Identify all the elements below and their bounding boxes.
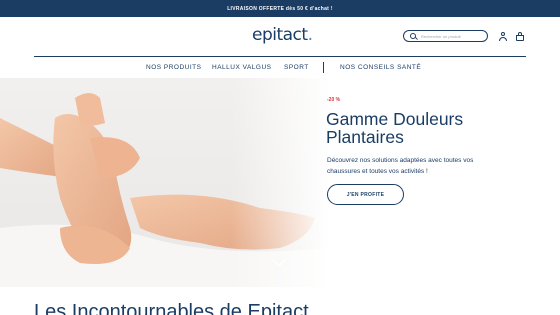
search-box[interactable] [403,30,488,42]
main-nav: NOS PRODUITS HALLUX VALGUS SPORT NOS CON… [0,60,560,78]
hero-banner: -20 % Gamme Douleurs Plantaires Découvre… [0,78,560,287]
account-icon[interactable] [499,32,507,41]
logo-dot: . [307,25,313,45]
cart-icon-bag [516,35,524,41]
account-icon-head [501,32,505,36]
logo-text: epitact [252,25,308,45]
chevron-down-icon[interactable] [272,258,286,268]
nav-separator [323,62,324,73]
section-title: Les Incontournables de Epitact [34,301,309,315]
hero-image-fade [0,78,330,287]
discount-badge: -20 % [327,97,341,103]
cart-icon[interactable] [516,32,524,41]
site-header: epitact. [0,17,560,58]
nav-item-nos-conseils-sante[interactable]: NOS CONSEILS SANTÉ [340,64,421,71]
account-icon-body [499,37,507,41]
nav-item-nos-produits[interactable]: NOS PRODUITS [146,64,201,71]
search-icon[interactable] [410,33,416,39]
epitact-logo[interactable]: epitact. [252,25,313,45]
header-divider [34,56,526,57]
search-input[interactable] [421,33,481,39]
promo-banner: LIVRAISON OFFERTE dès 50 € d'achat ! [0,0,560,17]
nav-item-hallux-valgus[interactable]: HALLUX VALGUS [212,64,271,71]
promo-banner-text: LIVRAISON OFFERTE dès 50 € d'achat ! [227,5,333,12]
hero-title: Gamme Douleurs Plantaires [326,109,464,147]
shop-now-button[interactable]: J'EN PROFITE [327,184,404,205]
nav-item-sport[interactable]: SPORT [284,64,309,71]
hero-description: Découvrez nos solutions adaptées avec to… [327,157,474,175]
